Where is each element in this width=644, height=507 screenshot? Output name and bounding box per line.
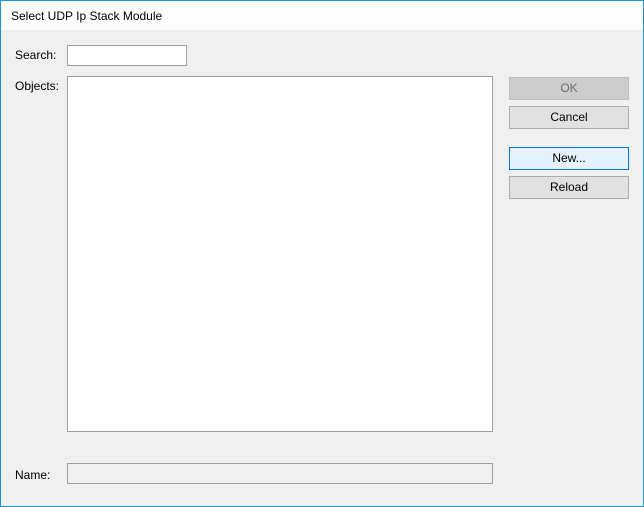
search-row: Search: (15, 45, 629, 66)
cancel-button[interactable]: Cancel (509, 106, 629, 129)
titlebar: Select UDP Ip Stack Module (1, 1, 643, 31)
name-row: Name: (15, 463, 493, 484)
reload-button[interactable]: Reload (509, 176, 629, 199)
name-label: Name: (15, 465, 67, 482)
dialog-window: Select UDP Ip Stack Module Search: Objec… (0, 0, 644, 507)
search-input[interactable] (67, 45, 187, 66)
objects-label: Objects: (15, 76, 67, 93)
name-input[interactable] (67, 463, 493, 484)
new-button[interactable]: New... (509, 147, 629, 170)
button-gap (509, 135, 629, 147)
objects-listbox[interactable] (67, 76, 493, 432)
ok-button: OK (509, 77, 629, 100)
window-title: Select UDP Ip Stack Module (11, 9, 162, 23)
search-label: Search: (15, 45, 67, 62)
dialog-content: Search: Objects: Name: OK Cancel New... … (1, 31, 643, 506)
button-column: OK Cancel New... Reload (509, 77, 629, 205)
